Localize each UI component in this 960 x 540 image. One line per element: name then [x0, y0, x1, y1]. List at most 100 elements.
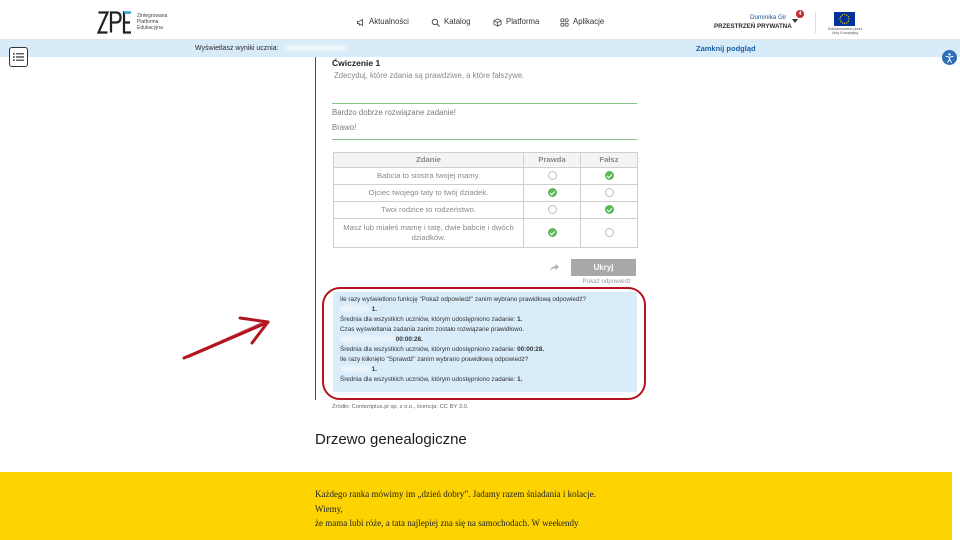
zpe-logo[interactable]: [97, 11, 133, 34]
stat-average-label: Średnia dla wszystkich uczniów, którym u…: [340, 376, 516, 383]
true-cell[interactable]: [523, 201, 581, 219]
sentence-cell: Masz lub miałeś mamę i tatę, dwie babcie…: [333, 218, 524, 248]
table-header-row: Zdanie Prawda Fałsz: [333, 152, 638, 168]
list-icon: [13, 53, 24, 61]
stat-average-label: Średnia dla wszystkich uczniów, którym u…: [340, 346, 516, 353]
sentence-cell: Twoi rodzice to rodzeństwo.: [333, 201, 524, 219]
eu-caption-line: Unię Europejską: [831, 31, 859, 36]
feedback-divider-bottom: [332, 138, 637, 140]
column-header-true: Prawda: [523, 152, 581, 168]
false-radio[interactable]: [604, 228, 614, 238]
false-cell[interactable]: [580, 201, 638, 219]
stat-line: Ile razy kliknięto "Sprawdź" zanim wybra…: [340, 355, 637, 365]
stat-line: 00:00:28.: [340, 335, 637, 345]
stat-student-value: 00:00:28.: [395, 336, 423, 343]
sentence-cell: Babcia to siostra twojej mamy.: [333, 167, 524, 185]
student-name-blurred: [284, 45, 347, 52]
stat-average-value: 00:00:28.: [517, 346, 545, 353]
nav-label: Aktualności: [369, 17, 409, 26]
stat-line: Czas wyświetlania zadania zanim zostało …: [340, 325, 637, 335]
sentence-cell: Ojciec twojego taty to twój dziadek.: [333, 184, 524, 202]
exercise-instruction: Zdecyduj, które zdania są prawdziwe, a k…: [334, 71, 525, 80]
grid-icon: [560, 17, 569, 27]
true-radio[interactable]: [547, 171, 557, 181]
table-row: Ojciec twojego taty to twój dziadek.: [333, 184, 638, 202]
exercise-title: Ćwiczenie 1: [332, 58, 381, 68]
passage-line: Każdego ranka mówimy im „dzień dobry”. J…: [315, 489, 596, 499]
logo-subtitle: Zintegrowana Platforma Edukacyjna: [137, 13, 167, 31]
column-header-sentence: Zdanie: [333, 152, 524, 168]
source-credit: Źródło: Contentplus.pl sp. z o.o., licen…: [332, 404, 469, 410]
eu-funding-caption: Dofinansowane przez Unię Europejską: [822, 27, 868, 36]
megaphone-icon: [356, 18, 363, 26]
true-cell[interactable]: [523, 184, 581, 202]
passage-text: Każdego ranka mówimy im „dzień dobry”. J…: [315, 487, 596, 531]
feedback-divider-top: [332, 102, 637, 104]
checked-icon[interactable]: [547, 228, 557, 238]
stat-average-label: Średnia dla wszystkich uczniów, którym u…: [340, 316, 516, 323]
student-name-blurred: [340, 366, 370, 373]
stat-line: Średnia dla wszystkich uczniów, którym u…: [340, 315, 637, 325]
column-header-false: Fałsz: [580, 152, 638, 168]
passage-line: że mama lubi róże, a tata najlepiej zna …: [315, 518, 579, 528]
nav-label: Katalog: [444, 17, 471, 26]
header-divider: [815, 12, 816, 33]
stat-line: 1.: [340, 305, 637, 315]
top-header: Zintegrowana Platforma Edukacyjna Aktual…: [0, 0, 960, 40]
stat-average-value: 1.: [517, 376, 523, 383]
search-icon: [431, 18, 440, 27]
stat-line: Średnia dla wszystkich uczniów, którym u…: [340, 375, 637, 385]
accessibility-icon: [945, 52, 954, 63]
nav-platforma[interactable]: Platforma: [493, 16, 539, 28]
table-row: Babcia to siostra twojej mamy.: [333, 167, 638, 185]
annotation-arrow: [182, 316, 270, 360]
stat-line: Ile razy wyświetlono funkcję "Pokaż odpo…: [340, 295, 637, 305]
table-of-contents-button[interactable]: [9, 47, 28, 67]
passage-line: Wiemy,: [315, 503, 343, 514]
false-radio[interactable]: [604, 188, 614, 198]
exercise-left-border: [315, 57, 316, 400]
checked-icon[interactable]: [547, 188, 557, 198]
true-cell[interactable]: [523, 218, 581, 248]
false-cell[interactable]: [580, 184, 638, 202]
student-name-blurred: [340, 336, 394, 343]
checked-icon[interactable]: [604, 171, 614, 181]
nav-katalog[interactable]: Katalog: [431, 16, 470, 28]
show-answer-link[interactable]: Pokaż odpowiedź: [571, 278, 632, 286]
close-preview-link[interactable]: Zamknij podgląd: [696, 44, 756, 54]
notification-badge[interactable]: 4: [796, 10, 804, 18]
stat-question: Czas wyświetlania zadania zanim zostało …: [340, 326, 525, 333]
hide-button[interactable]: Ukryj: [571, 259, 636, 276]
user-name[interactable]: Dominika Gir: [750, 14, 786, 22]
stat-line: Średnia dla wszystkich uczniów, którym u…: [340, 345, 637, 355]
feedback-title: Bardzo dobrze rozwiązane zadanie!: [332, 108, 456, 117]
nav-aplikacje[interactable]: Aplikacje: [560, 16, 604, 28]
student-name-blurred: [340, 306, 370, 313]
table-row: Twoi rodzice to rodzeństwo.: [333, 201, 638, 219]
table-row: Masz lub miałeś mamę i tatę, dwie babcie…: [333, 218, 638, 248]
stat-question: Ile razy wyświetlono funkcję "Pokaż odpo…: [340, 296, 586, 303]
eu-flag-icon: [834, 12, 855, 26]
stat-question: Ile razy kliknięto "Sprawdź" zanim wybra…: [340, 356, 529, 363]
false-cell[interactable]: [580, 167, 638, 185]
preview-label-text: Wyświetlasz wyniki ucznia:: [195, 45, 279, 52]
checked-icon[interactable]: [604, 205, 614, 215]
stat-student-value: 1.: [371, 306, 378, 313]
statistics-panel: Ile razy wyświetlono funkcję "Pokaż odpo…: [333, 292, 637, 392]
stat-student-value: 1.: [371, 366, 378, 373]
chevron-down-icon[interactable]: [792, 19, 798, 23]
accessibility-button[interactable]: [942, 50, 957, 65]
stat-line: 1.: [340, 365, 637, 375]
stat-average-value: 1.: [517, 316, 523, 323]
share-icon[interactable]: [549, 262, 560, 272]
true-radio[interactable]: [547, 205, 557, 215]
true-cell[interactable]: [523, 167, 581, 185]
cube-icon: [493, 17, 502, 27]
workspace-label[interactable]: PRZESTRZEŃ PRYWATNA: [714, 23, 792, 31]
nav-label: Platforma: [506, 17, 540, 26]
nav-aktualnosci[interactable]: Aktualności: [356, 16, 409, 28]
logo-subtitle-line: Edukacyjna: [137, 25, 163, 31]
false-cell[interactable]: [580, 218, 638, 248]
student-preview-bar: Wyświetlasz wyniki ucznia: Zamknij podgl…: [0, 40, 960, 57]
reading-passage: Każdego ranka mówimy im „dzień dobry”. J…: [0, 472, 952, 540]
